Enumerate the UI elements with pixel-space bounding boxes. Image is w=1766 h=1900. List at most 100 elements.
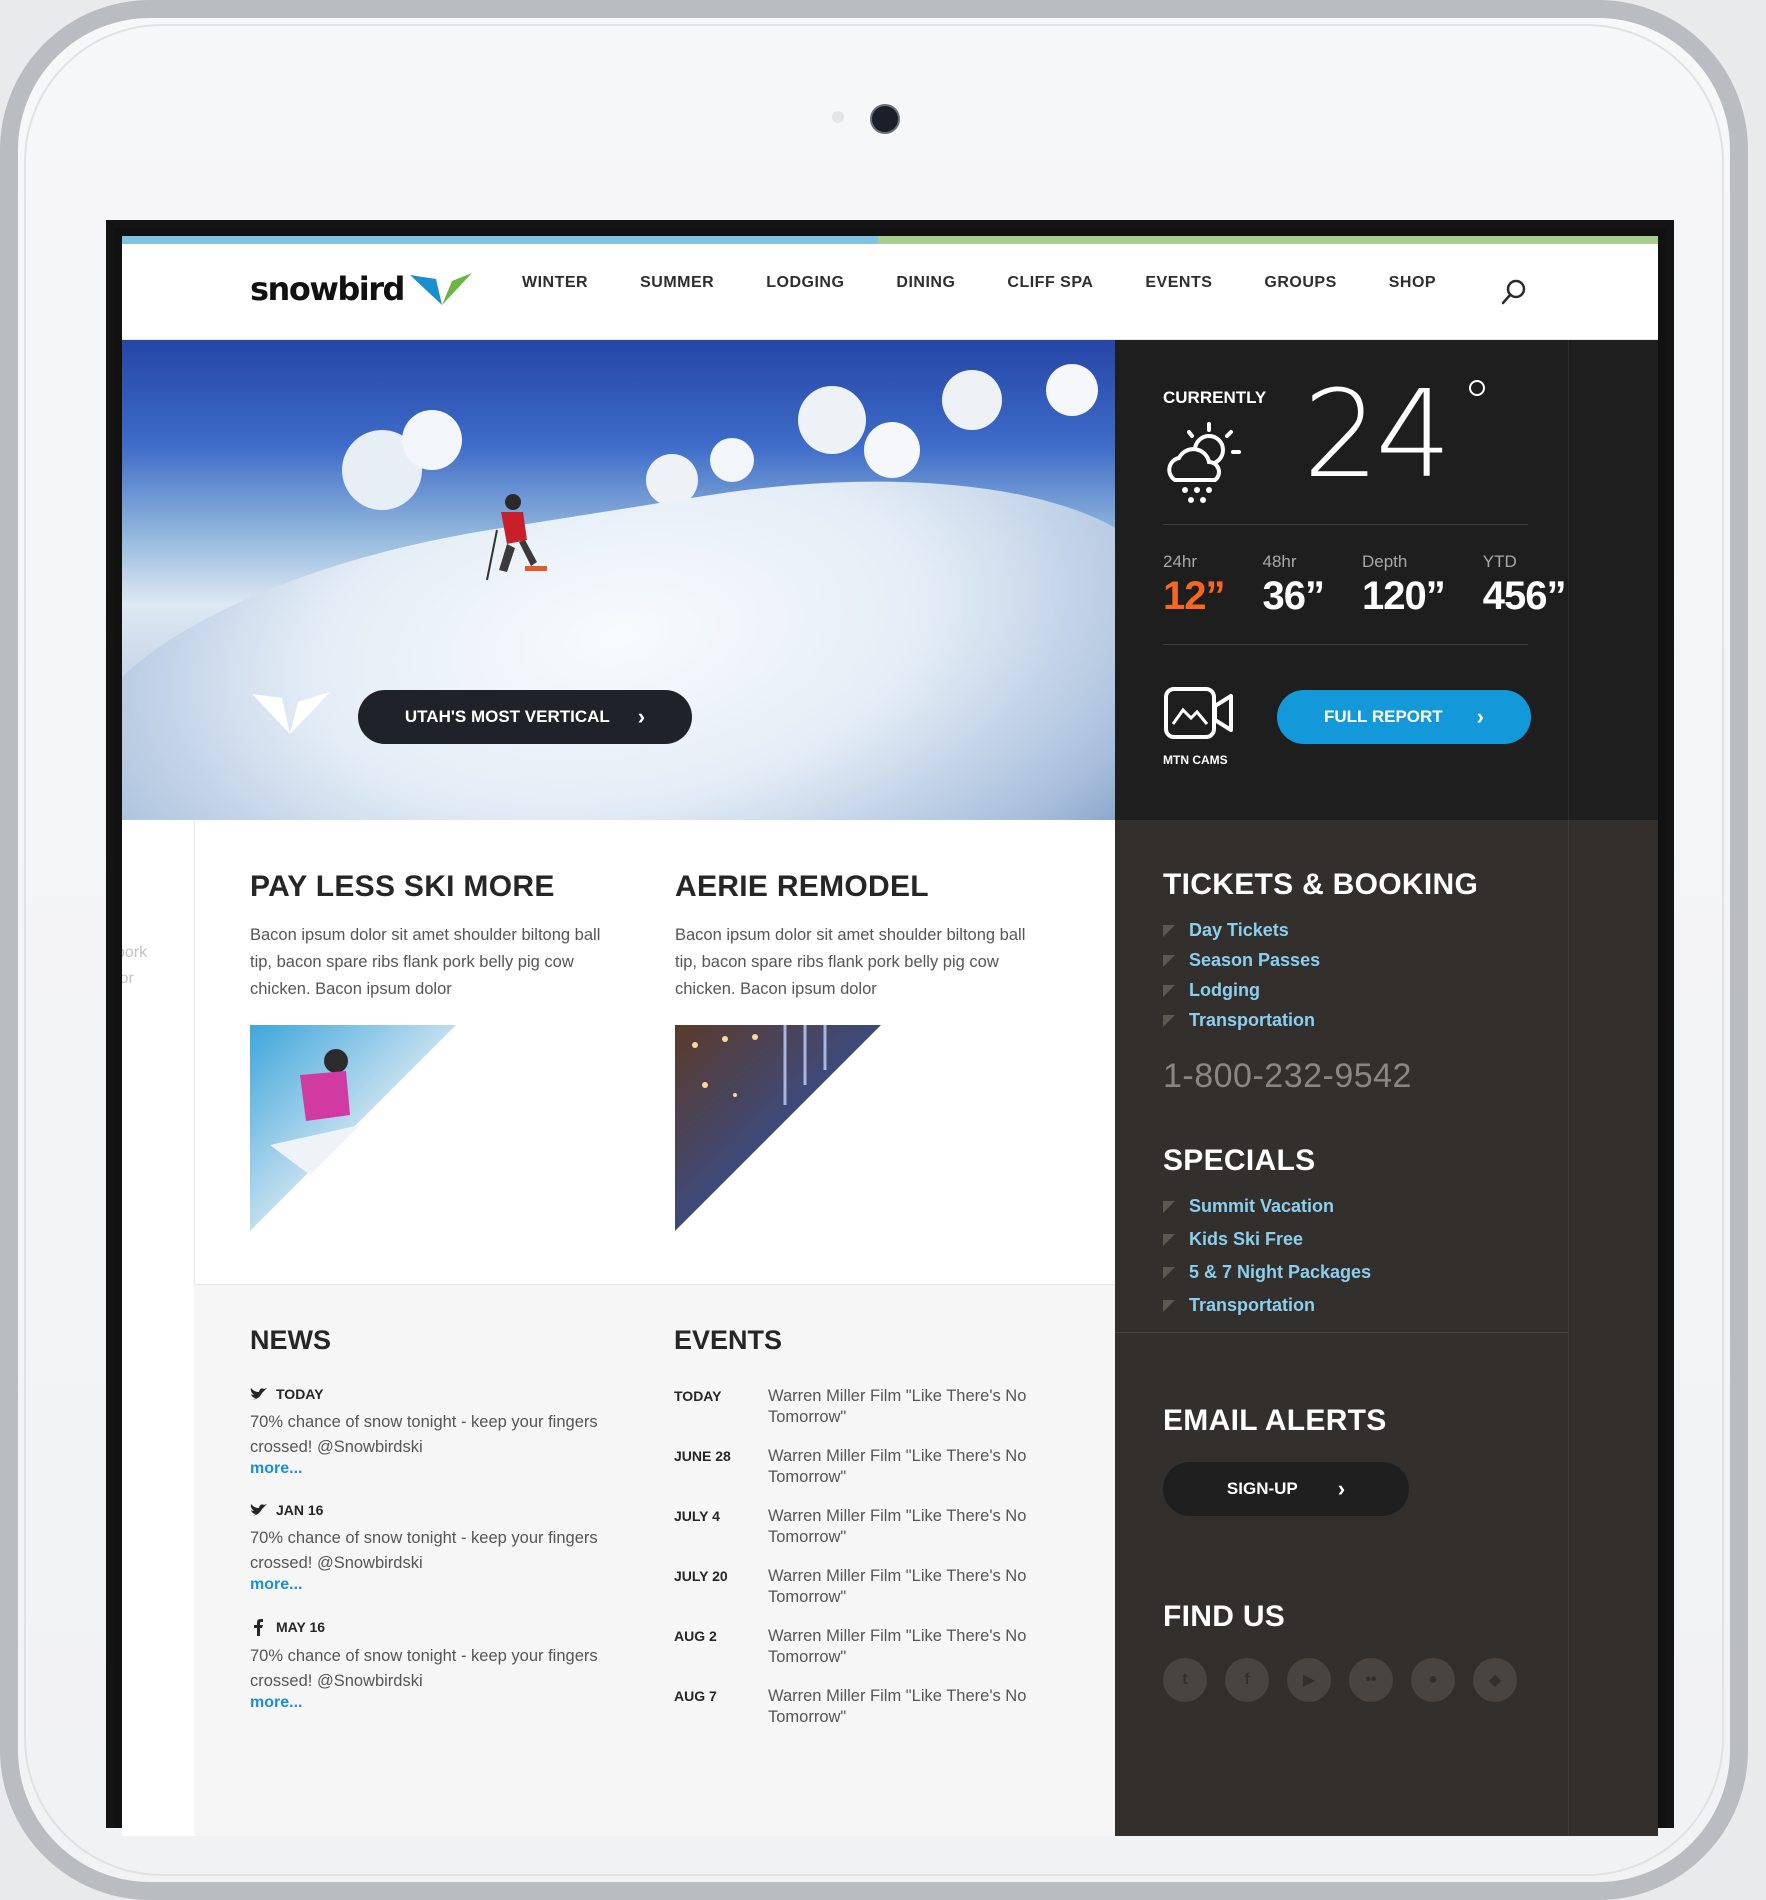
clipped-text: lor [122,970,134,987]
event-row[interactable]: AUG 2 Warren Miller Film "Like There's N… [674,1626,1094,1668]
bird-logo-icon [409,273,472,305]
flickr-icon[interactable]: •• [1349,1658,1393,1702]
chevron-right-icon: › [1476,704,1484,729]
events-column: EVENTS TODAY Warren Miller Film "Like Th… [674,1325,1094,1728]
bird-mark-icon [252,692,330,734]
link-transportation-special[interactable]: Transportation [1163,1295,1371,1316]
nav-item-dining[interactable]: DINING [896,274,955,292]
nav-item-events[interactable]: EVENTS [1145,274,1212,292]
event-row[interactable]: JULY 20 Warren Miller Film "Like There's… [674,1566,1094,1608]
email-alerts-section: EMAIL ALERTS SIGN-UP › [1163,1404,1409,1516]
news-date: JAN 16 [250,1502,610,1518]
stat-label: 48hr [1262,552,1297,571]
main-nav: WINTER SUMMER LODGING DINING CLIFF SPA E… [522,274,1488,292]
triangle-bullet-icon [1163,1233,1175,1246]
event-row[interactable]: AUG 7 Warren Miller Film "Like There's N… [674,1686,1094,1728]
link-summit-vacation[interactable]: Summit Vacation [1163,1196,1371,1217]
skier-graphic [486,494,547,581]
event-date: AUG 7 [674,1688,717,1704]
tickets-title: TICKETS & BOOKING [1163,868,1479,901]
tablet-screen: snowbird WINTER SUMMER LODGING DINING CL… [106,220,1674,1836]
news-events-section: NEWS TODAY 70% chance of snow tonight - … [194,1284,1115,1836]
stat-value: 36” [1262,574,1325,618]
snow-stats: 24hr 12” 48hr 36” Depth 120” YTD 456” [1163,552,1604,619]
specials-section: SPECIALS Summit Vacation Kids Ski Free 5… [1163,1144,1371,1316]
nav-item-groups[interactable]: GROUPS [1264,274,1336,292]
news-item: JAN 16 70% chance of snow tonight - keep… [250,1502,610,1594]
link-lodging[interactable]: Lodging [1163,980,1478,1001]
divider [1163,644,1528,645]
link-kids-ski-free[interactable]: Kids Ski Free [1163,1229,1371,1250]
site-logo[interactable]: snowbird [250,264,474,314]
link-day-tickets[interactable]: Day Tickets [1163,920,1478,941]
mountain-cams-link[interactable]: MTN CAMS [1163,686,1235,767]
twitter-icon [250,1388,267,1400]
more-link[interactable]: more... [250,1460,610,1478]
triangle-bullet-icon [1163,1299,1175,1312]
news-date-text: MAY 16 [276,1619,326,1635]
event-row[interactable]: JUNE 28 Warren Miller Film "Like There's… [674,1446,1094,1488]
apple-icon[interactable]: ● [1411,1658,1455,1702]
sign-up-button[interactable]: SIGN-UP › [1163,1462,1409,1516]
link-season-passes[interactable]: Season Passes [1163,950,1478,971]
stat-value: 12” [1163,574,1225,618]
event-date: JULY 20 [674,1568,728,1584]
news-title: NEWS [250,1325,331,1355]
triangle-bullet-icon [1163,1266,1175,1279]
event-text: Warren Miller Film "Like There's No Tomo… [768,1387,1027,1426]
event-date: TODAY [674,1388,722,1404]
nav-item-lodging[interactable]: LODGING [766,274,844,292]
restaurant-thumbnail-image[interactable] [675,1025,881,1231]
link-transportation[interactable]: Transportation [1163,1010,1478,1031]
sidebar: TICKETS & BOOKING Day Tickets Season Pas… [1115,820,1568,1836]
skier-thumbnail-image[interactable] [250,1025,456,1231]
link-label: Transportation [1189,1295,1316,1315]
youtube-icon[interactable]: ▶ [1287,1658,1331,1702]
event-text: Warren Miller Film "Like There's No Tomo… [768,1507,1027,1546]
event-row[interactable]: JULY 4 Warren Miller Film "Like There's … [674,1506,1094,1548]
email-alerts-title: EMAIL ALERTS [1163,1404,1387,1437]
nav-item-summer[interactable]: SUMMER [640,274,714,292]
link-label: 5 & 7 Night Packages [1189,1262,1372,1282]
link-night-packages[interactable]: 5 & 7 Night Packages [1163,1262,1371,1283]
feature-title[interactable]: PAY LESS SKI MORE [250,870,610,904]
news-item: TODAY 70% chance of snow tonight - keep … [250,1386,610,1478]
site-header: snowbird WINTER SUMMER LODGING DINING CL… [122,244,1658,340]
camera-icon [870,104,900,134]
android-icon[interactable]: ◆ [1473,1658,1517,1702]
chevron-right-icon: › [637,704,646,729]
nav-item-shop[interactable]: SHOP [1389,274,1436,292]
weather-panel-edge [1568,340,1658,820]
web-page: snowbird WINTER SUMMER LODGING DINING CL… [122,236,1658,1836]
news-text: 70% chance of snow tonight - keep your f… [250,1413,598,1456]
event-date: AUG 2 [674,1628,717,1644]
specials-title: SPECIALS [1163,1144,1316,1177]
more-link[interactable]: more... [250,1694,610,1712]
event-row[interactable]: TODAY Warren Miller Film "Like There's N… [674,1386,1094,1428]
utahs-most-vertical-button[interactable]: UTAH'S MOST VERTICAL › [358,690,692,744]
event-date: JUNE 28 [674,1448,731,1464]
twitter-icon[interactable]: t [1163,1658,1207,1702]
link-label: Summit Vacation [1189,1196,1335,1216]
nav-item-cliff-spa[interactable]: CLIFF SPA [1007,274,1093,292]
nav-item-winter[interactable]: WINTER [522,274,588,292]
mountain-camera-icon [1164,687,1233,739]
feature-title[interactable]: AERIE REMODEL [675,870,1035,904]
more-link[interactable]: more... [250,1576,610,1594]
event-text: Warren Miller Film "Like There's No Tomo… [768,1687,1027,1726]
triangle-bullet-icon [1163,924,1175,937]
event-date: JULY 4 [674,1508,720,1524]
link-label: Lodging [1189,980,1260,1000]
full-report-label: FULL REPORT [1323,707,1443,726]
event-text: Warren Miller Film "Like There's No Tomo… [768,1567,1027,1606]
twitter-icon [250,1504,267,1516]
facebook-icon[interactable]: f [1225,1658,1269,1702]
stat-label: 24hr [1163,552,1198,571]
search-icon[interactable] [1500,278,1528,306]
stat-24hr: 24hr 12” [1163,552,1225,619]
full-report-button[interactable]: FULL REPORT › [1277,690,1531,744]
divider [1115,1332,1568,1333]
phone-number[interactable]: 1-800-232-9542 [1163,1057,1478,1096]
triangle-bullet-icon [1163,1014,1175,1027]
clipped-text: pork [122,944,148,961]
